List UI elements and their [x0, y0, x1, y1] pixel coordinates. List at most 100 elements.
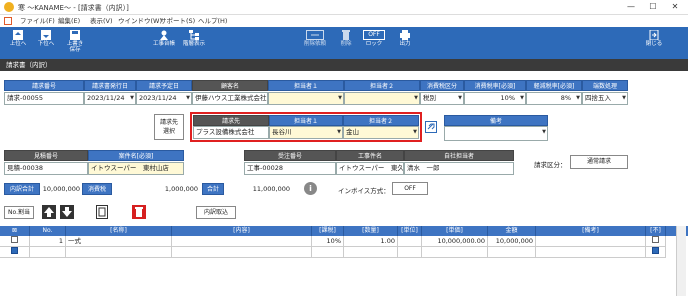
delete-request-button[interactable]: 削除依頼	[300, 29, 330, 57]
move-up-icon[interactable]	[42, 205, 56, 219]
row-no[interactable]: 1	[30, 236, 66, 247]
menu-file[interactable]: ファイル(F)	[20, 16, 55, 26]
row-tax[interactable]: 10%	[312, 236, 344, 247]
rounding-select[interactable]: 四捨五入 ▼	[582, 92, 628, 105]
select-billing-button[interactable]: 請求先 選択	[154, 114, 184, 140]
row-qty[interactable]: 1.00	[344, 236, 398, 247]
close-label: 閉じる	[645, 41, 663, 47]
grid-select-all[interactable]: ⊠	[0, 226, 30, 236]
menu-help[interactable]: ヘルプ(H)	[198, 16, 227, 26]
trash-icon	[340, 30, 352, 40]
work-name-field[interactable]: イトウスーパー 東久留米店	[336, 162, 404, 175]
new-row-tax[interactable]	[312, 247, 344, 258]
billing-staff2-select[interactable]: 金山 ▼	[343, 126, 419, 139]
chevron-down-icon[interactable]: ▼	[413, 127, 417, 138]
grid-scrollbar[interactable]	[676, 226, 686, 296]
grid-col-note: [備考]	[536, 226, 646, 236]
invoice-mode-toggle[interactable]: OFF	[392, 182, 428, 195]
info-icon[interactable]: i	[304, 182, 317, 195]
new-row-no[interactable]	[30, 247, 66, 258]
chevron-down-icon[interactable]: ▼	[130, 93, 134, 104]
col-work-name: 工事件名	[336, 150, 404, 161]
new-row-price[interactable]	[422, 247, 488, 258]
lock-toggle[interactable]: OFF ロック	[362, 29, 386, 57]
trash-row-icon[interactable]	[132, 205, 146, 219]
col-rounding: 端数処理	[582, 80, 628, 91]
grid-col-unit: [単位]	[398, 226, 422, 236]
order-no-field[interactable]: 工事-00028	[244, 162, 336, 175]
reduced-rate-value: 8%	[560, 94, 571, 102]
planned-date-field[interactable]: 2023/11/24 ▼	[136, 92, 192, 105]
billing-type-button[interactable]: 通常請求	[570, 155, 628, 169]
delete-request-icon	[306, 30, 324, 40]
row-name[interactable]: 一式	[66, 236, 172, 247]
staff1-select[interactable]: ▼	[268, 92, 344, 105]
chevron-down-icon[interactable]: ▼	[576, 93, 580, 104]
chevron-down-icon[interactable]: ▼	[186, 93, 190, 104]
col-issue-date: 請求書発行日	[84, 80, 136, 91]
chevron-down-icon[interactable]: ▼	[414, 93, 418, 104]
delete-button[interactable]: 削除	[336, 29, 356, 57]
app-menu-icon[interactable]	[4, 17, 12, 25]
menu-window[interactable]: ウインドウ(W)	[118, 16, 162, 26]
billing-type-label: 請求区分：	[534, 161, 567, 169]
chevron-down-icon[interactable]: ▼	[458, 93, 462, 104]
copy-icon[interactable]	[96, 205, 108, 219]
chevron-down-icon[interactable]: ▼	[542, 127, 546, 138]
overwrite-save-button[interactable]: 上書き 保存	[62, 29, 88, 57]
our-staff-field[interactable]: 清水 一郎	[404, 162, 514, 175]
row-unit[interactable]	[398, 236, 422, 247]
invoice-no-field[interactable]: 請求-00055	[4, 92, 84, 105]
menu-edit[interactable]: 編集(E)	[58, 16, 80, 26]
close-button[interactable]: 閉じる	[642, 29, 666, 57]
grid-col-qty: [数量]	[344, 226, 398, 236]
row-content[interactable]	[172, 236, 312, 247]
remarks-field[interactable]: ▼	[444, 126, 548, 141]
grid-col-content: [内容]	[172, 226, 312, 236]
case-name-field[interactable]: イトウスーパー 東村山店	[88, 162, 184, 175]
maximize-button[interactable]: ☐	[644, 1, 662, 13]
estimate-no-field[interactable]: 見積-00038	[4, 162, 88, 175]
move-down-icon[interactable]	[60, 205, 74, 219]
next-button[interactable]: 下位へ	[34, 29, 58, 57]
down-doc-icon	[40, 30, 52, 40]
row-price[interactable]: 10,000,000.00	[422, 236, 488, 247]
customer-field[interactable]: 伊藤ハウス工業株式会社	[192, 92, 268, 105]
billing-to-field[interactable]: プラス設備株式会社	[193, 126, 269, 139]
new-row-flag[interactable]	[646, 247, 666, 258]
row-note[interactable]	[536, 236, 646, 247]
new-row-content[interactable]	[172, 247, 312, 258]
chevron-down-icon[interactable]: ▼	[520, 93, 524, 104]
issue-date-field[interactable]: 2023/11/24 ▼	[84, 92, 136, 105]
new-row-note[interactable]	[536, 247, 646, 258]
renumber-button[interactable]: No.割当	[4, 206, 34, 219]
menu-support[interactable]: サポート(S)	[160, 16, 195, 26]
chevron-down-icon[interactable]: ▼	[338, 93, 342, 104]
menu-view[interactable]: 表示(V)	[90, 16, 113, 26]
chevron-down-icon[interactable]: ▼	[622, 93, 626, 104]
minimize-button[interactable]: —	[622, 1, 640, 13]
billing-staff1-select[interactable]: 長谷川 ▼	[269, 126, 343, 139]
prev-button[interactable]: 上位へ	[6, 29, 30, 57]
ledger-button[interactable]: 工事台帳	[150, 29, 178, 57]
chevron-down-icon[interactable]: ▼	[337, 127, 341, 138]
new-row-unit[interactable]	[398, 247, 422, 258]
new-row-name[interactable]	[66, 247, 172, 258]
output-button[interactable]: 出力	[394, 29, 416, 57]
link-icon[interactable]	[425, 121, 437, 133]
tax-rate-select[interactable]: 10% ▼	[464, 92, 526, 105]
col-order-no: 受注番号	[244, 150, 336, 161]
row-checkbox[interactable]	[0, 236, 30, 247]
staff2-select[interactable]: ▼	[344, 92, 420, 105]
hierarchy-button[interactable]: 階層表示	[180, 29, 208, 57]
row-flag[interactable]	[646, 236, 666, 247]
new-row-qty[interactable]	[344, 247, 398, 258]
close-window-button[interactable]: ✕	[666, 1, 684, 13]
reduced-rate-select[interactable]: 8% ▼	[526, 92, 582, 105]
col-customer: 顧客名	[192, 80, 268, 91]
tax-rate-value: 10%	[500, 94, 515, 102]
tax-type-select[interactable]: 税別 ▼	[420, 92, 464, 105]
import-details-button[interactable]: 内訳取込	[196, 206, 236, 219]
new-row-marker[interactable]	[0, 247, 30, 258]
tax-label: 消費税	[82, 183, 112, 195]
